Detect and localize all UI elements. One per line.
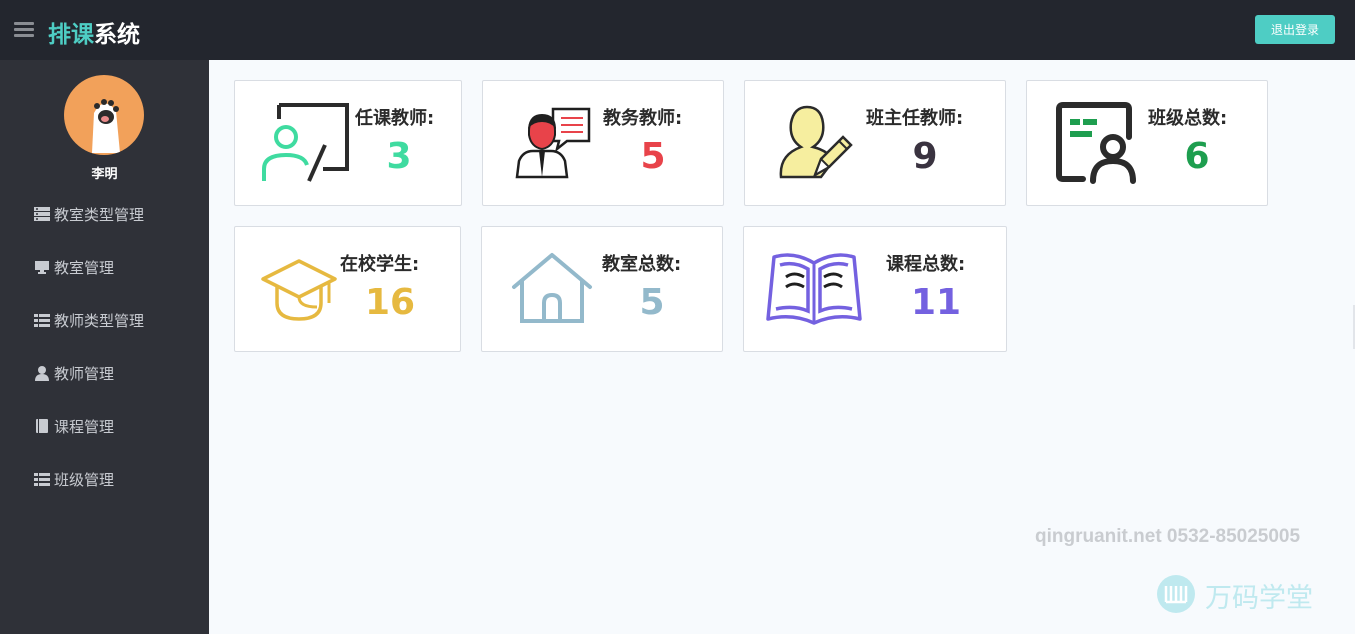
server-icon (34, 206, 50, 222)
card-title: 教室总数: (602, 254, 682, 275)
brand-part2: 系统 (94, 22, 140, 48)
sidebar-item-courses[interactable]: 课程管理 (34, 414, 114, 438)
sidebar-item-label: 教师管理 (54, 364, 115, 383)
paw-avatar-icon[interactable] (64, 75, 144, 155)
sidebar-item-label: 教室管理 (54, 258, 115, 277)
class-card-icon (1056, 102, 1136, 184)
card-title: 教务教师: (603, 108, 683, 129)
stat-card-students[interactable]: 在校学生: 16 (234, 226, 461, 352)
sidebar-item-label: 教室类型管理 (54, 205, 145, 224)
card-title: 班主任教师: (866, 108, 964, 129)
sidebar-item-label: 教师类型管理 (54, 311, 145, 330)
sidebar-item-label: 班级管理 (54, 470, 115, 489)
card-value: 3 (386, 136, 412, 177)
teacher-board-icon (262, 103, 349, 182)
stat-card-courses[interactable]: 课程总数: 11 (743, 226, 1007, 352)
stat-card-classrooms[interactable]: 教室总数: 5 (481, 226, 723, 352)
user-icon (34, 365, 50, 381)
card-value: 5 (639, 282, 665, 323)
watermark-logo-icon (1157, 575, 1195, 613)
brand-part1: 排课 (48, 22, 94, 48)
card-value: 11 (910, 282, 962, 323)
stat-card-head-teachers[interactable]: 班主任教师: 9 (744, 80, 1006, 206)
card-title: 班级总数: (1148, 108, 1228, 129)
watermark-brand: 万码学堂 (1205, 583, 1313, 614)
stat-card-subject-teachers[interactable]: 任课教师: 3 (234, 80, 462, 206)
book-icon (34, 418, 50, 434)
card-title: 在校学生: (340, 254, 420, 275)
sidebar-item-label: 课程管理 (54, 417, 115, 436)
sidebar-item-teachers[interactable]: 教师管理 (34, 361, 114, 385)
list-icon (34, 312, 50, 328)
card-value: 6 (1184, 136, 1210, 177)
user-name: 李明 (91, 167, 118, 182)
monitor-icon (34, 259, 50, 275)
card-value: 5 (640, 136, 666, 177)
graduation-cap-icon (261, 259, 337, 321)
top-header: 排课系统 退出登录 (0, 0, 1355, 60)
open-book-icon (766, 253, 862, 325)
list-icon (34, 471, 50, 487)
sidebar-item-classrooms[interactable]: 教室管理 (34, 255, 114, 279)
sidebar: 李明 教室类型管理 教室管理 教师类型管理 教师管理 课程管理 班级管理 (0, 60, 209, 634)
app-brand: 排课系统 (48, 15, 140, 49)
hamburger-menu-icon[interactable] (14, 22, 34, 38)
house-icon (512, 253, 592, 323)
sidebar-item-classroom-types[interactable]: 教室类型管理 (34, 202, 144, 226)
card-value: 9 (912, 136, 938, 177)
user-pencil-icon (779, 105, 853, 179)
sidebar-item-teacher-types[interactable]: 教师类型管理 (34, 308, 144, 332)
logout-button[interactable]: 退出登录 (1255, 15, 1335, 44)
stat-card-academic-teachers[interactable]: 教务教师: 5 (482, 80, 724, 206)
sidebar-item-classes[interactable]: 班级管理 (34, 467, 114, 491)
presenter-icon (515, 107, 591, 179)
card-title: 课程总数: (886, 254, 966, 275)
card-value: 16 (364, 282, 416, 323)
card-title: 任课教师: (355, 108, 435, 129)
stat-card-total-classes[interactable]: 班级总数: 6 (1026, 80, 1268, 206)
watermark-contact: qingruanit.net 0532-85025005 (1035, 526, 1301, 547)
